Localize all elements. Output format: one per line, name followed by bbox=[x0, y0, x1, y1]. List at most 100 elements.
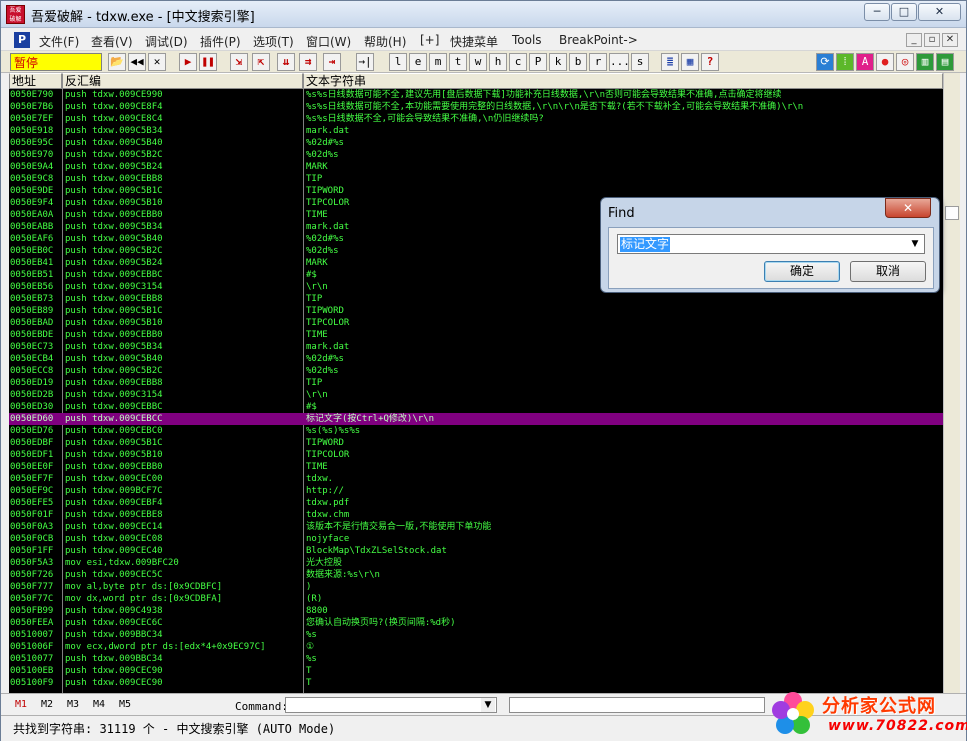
refresh-icon[interactable]: ⟳ bbox=[816, 53, 834, 71]
memory-tab-m3[interactable]: M3 bbox=[67, 699, 79, 710]
memory-tab-m1[interactable]: M1 bbox=[15, 699, 27, 710]
trace-into-icon[interactable]: ⇊ bbox=[277, 53, 295, 71]
menu-plus[interactable]: [+] bbox=[420, 33, 439, 47]
table-row[interactable]: 0050FEEA push tdxw.009CEC6C 您确认自动换页吗?(换页间隔… bbox=[9, 617, 943, 629]
table-row[interactable]: 0050E790 push tdxw.009CE990 %s%s日线数据可能不全,建… bbox=[9, 89, 943, 101]
menu-window[interactable]: 窗口(W) bbox=[306, 33, 351, 50]
table-row[interactable]: 0050ED76 push tdxw.009CEBC0 %s(%s)%s%s bbox=[9, 425, 943, 437]
find-dialog-close-button[interactable]: ✕ bbox=[885, 198, 931, 218]
log-window-button[interactable]: l bbox=[389, 53, 407, 71]
table-row[interactable]: 0050E95C push tdxw.009C5B40 %02d#%s bbox=[9, 137, 943, 149]
maximize-button[interactable]: □ bbox=[891, 3, 917, 21]
table-row[interactable]: 0050F77C mov dx,word ptr ds:[0x9CDBFA] (R) bbox=[9, 593, 943, 605]
target-icon[interactable]: ◎ bbox=[896, 53, 914, 71]
table-row[interactable]: 0050E7B6 push tdxw.009CE8F4 %s%s日线数据可能不全,本… bbox=[9, 101, 943, 113]
menu-options[interactable]: 选项(T) bbox=[253, 33, 294, 50]
menu-view[interactable]: 查看(V) bbox=[91, 33, 133, 50]
menu-breakpoint[interactable]: BreakPoint-> bbox=[559, 33, 638, 47]
command-input[interactable] bbox=[285, 697, 497, 713]
a-icon[interactable]: A bbox=[856, 53, 874, 71]
scrollbar-thumb[interactable] bbox=[945, 206, 959, 220]
vertical-scrollbar[interactable] bbox=[943, 73, 960, 693]
table-row[interactable]: 0050E9A4 push tdxw.009C5B24 MARK bbox=[9, 161, 943, 173]
menu-help[interactable]: 帮助(H) bbox=[364, 33, 406, 50]
table-row[interactable]: 005100F9 push tdxw.009CEC90 T bbox=[9, 677, 943, 689]
table-row[interactable]: 0050F01F push tdxw.009CEBE8 tdxw.chm bbox=[9, 509, 943, 521]
list-icon[interactable]: ≣ bbox=[661, 53, 679, 71]
table-row[interactable]: 0050EBAD push tdxw.009C5B10 TIPCOLOR bbox=[9, 317, 943, 329]
table-row[interactable]: 0050EB89 push tdxw.009C5B1C TIPWORD bbox=[9, 305, 943, 317]
menu-debug[interactable]: 调试(D) bbox=[145, 33, 188, 50]
table-row[interactable]: 0050ED2B push tdxw.009C3154 \r\n bbox=[9, 389, 943, 401]
table-row[interactable]: 0050F5A3 mov esi,tdxw.009BFC20 光大控股 bbox=[9, 557, 943, 569]
menu-file[interactable]: 文件(F) bbox=[39, 33, 79, 50]
table-row[interactable]: 0050ED30 push tdxw.009CEBBC #$ bbox=[9, 401, 943, 413]
find-ok-button[interactable]: 确定 bbox=[764, 261, 840, 282]
handles-window-button[interactable]: h bbox=[489, 53, 507, 71]
step-into-icon[interactable]: ⇲ bbox=[230, 53, 248, 71]
table-row[interactable]: 0050F777 mov al,byte ptr ds:[0x9CDBFC]) bbox=[9, 581, 943, 593]
breakpoints-window-button[interactable]: b bbox=[569, 53, 587, 71]
column-header-disasm[interactable]: 反汇编 bbox=[62, 73, 303, 89]
menu-shortcuts[interactable]: 快捷菜单 bbox=[450, 33, 498, 50]
minimize-button[interactable]: ─ bbox=[864, 3, 890, 21]
run-trace-window-button[interactable]: ... bbox=[609, 53, 630, 71]
frame-icon[interactable]: ▤ bbox=[936, 53, 954, 71]
modules-window-button[interactable]: e bbox=[409, 53, 427, 71]
run-icon[interactable]: ▶ bbox=[179, 53, 197, 71]
threads-window-button[interactable]: t bbox=[449, 53, 467, 71]
table-row[interactable]: 0050EBDE push tdxw.009CEBB0 TIME bbox=[9, 329, 943, 341]
ball-icon[interactable]: ● bbox=[876, 53, 894, 71]
table-row[interactable]: 0050EF7F push tdxw.009CEC00 tdxw. bbox=[9, 473, 943, 485]
table-row[interactable]: 0050ECB4 push tdxw.009C5B40 %02d#%s bbox=[9, 353, 943, 365]
memory-window-button[interactable]: m bbox=[429, 53, 447, 71]
close-icon[interactable]: ✕ bbox=[148, 53, 166, 71]
goto-icon[interactable]: →| bbox=[356, 53, 374, 71]
table-row[interactable]: 00510077 push tdxw.009BBC34 %s bbox=[9, 653, 943, 665]
table-row[interactable]: 0050E970 push tdxw.009C5B2C %02d%s bbox=[9, 149, 943, 161]
table-row[interactable]: 0050E9DE push tdxw.009C5B1C TIPWORD bbox=[9, 185, 943, 197]
find-cancel-button[interactable]: 取消 bbox=[850, 261, 926, 282]
memory-tab-m2[interactable]: M2 bbox=[41, 699, 53, 710]
mdi-restore-button[interactable]: ▫ bbox=[924, 33, 940, 47]
table-row[interactable]: 0051006F mov ecx,dword ptr ds:[edx*4+0x9E… bbox=[9, 641, 943, 653]
patches-window-button[interactable]: P bbox=[529, 53, 547, 71]
menu-tools[interactable]: Tools bbox=[512, 33, 542, 47]
references-window-button[interactable]: r bbox=[589, 53, 607, 71]
table-row[interactable]: 005100EB push tdxw.009CEC90 T bbox=[9, 665, 943, 677]
execute-till-return-icon[interactable]: ⇥ bbox=[323, 53, 341, 71]
table-row[interactable]: 0050F0CB push tdxw.009CEC08 nojyface bbox=[9, 533, 943, 545]
table-row[interactable]: 0050EC73 push tdxw.009C5B34 mark.dat bbox=[9, 341, 943, 353]
memory-tab-m5[interactable]: M5 bbox=[119, 699, 131, 710]
find-text-value[interactable]: 标记文字 bbox=[620, 237, 671, 252]
find-text-combobox[interactable]: 标记文字 ▼ bbox=[617, 234, 925, 254]
table-row[interactable]: 0050EFE5 push tdxw.009CEBF4 tdxw.pdf bbox=[9, 497, 943, 509]
cpu-window-button[interactable]: c bbox=[509, 53, 527, 71]
table-row[interactable]: 0050F726 push tdxw.009CEC5C 数据来源:%s\r\n bbox=[9, 569, 943, 581]
windows-window-button[interactable]: w bbox=[469, 53, 487, 71]
close-button[interactable]: ✕ bbox=[918, 3, 961, 21]
pause-icon[interactable]: ❚❚ bbox=[199, 53, 217, 71]
table-row[interactable]: 0050E918 push tdxw.009C5B34 mark.dat bbox=[9, 125, 943, 137]
table-row[interactable]: 0050EF9C push tdxw.009BCF7C http:// bbox=[9, 485, 943, 497]
plugin-icon[interactable]: ⁞ bbox=[836, 53, 854, 71]
table-row[interactable]: 0050FB99 push tdxw.009C4938 8800 bbox=[9, 605, 943, 617]
step-over-icon[interactable]: ⇱ bbox=[252, 53, 270, 71]
chevron-down-icon[interactable]: ▼ bbox=[907, 236, 923, 252]
table-row[interactable]: 0050E9C8 push tdxw.009CEBB8 TIP bbox=[9, 173, 943, 185]
rewind-icon[interactable]: ◀◀ bbox=[128, 53, 146, 71]
table-row[interactable]: 0050EB73 push tdxw.009CEBB8 TIP bbox=[9, 293, 943, 305]
mdi-app-icon[interactable]: P bbox=[14, 32, 30, 48]
table-row[interactable]: 0050EDF1 push tdxw.009C5B10 TIPCOLOR bbox=[9, 449, 943, 461]
table-row[interactable]: 0050ED19 push tdxw.009CEBB8 TIP bbox=[9, 377, 943, 389]
table-row[interactable]: 0050EDBF push tdxw.009C5B1C TIPWORD bbox=[9, 437, 943, 449]
trace-over-icon[interactable]: ⇉ bbox=[299, 53, 317, 71]
source-window-button[interactable]: s bbox=[631, 53, 649, 71]
table-row[interactable]: 0050F1FF push tdxw.009CEC40 BlockMap\TdxZL… bbox=[9, 545, 943, 557]
callstack-window-button[interactable]: k bbox=[549, 53, 567, 71]
table-row[interactable]: 0050ECC8 push tdxw.009C5B2C %02d%s bbox=[9, 365, 943, 377]
column-header-address[interactable]: 地址 bbox=[9, 73, 62, 89]
menu-plugins[interactable]: 插件(P) bbox=[200, 33, 241, 50]
mdi-minimize-button[interactable]: _ bbox=[906, 33, 922, 47]
open-icon[interactable]: 📂 bbox=[108, 53, 126, 71]
